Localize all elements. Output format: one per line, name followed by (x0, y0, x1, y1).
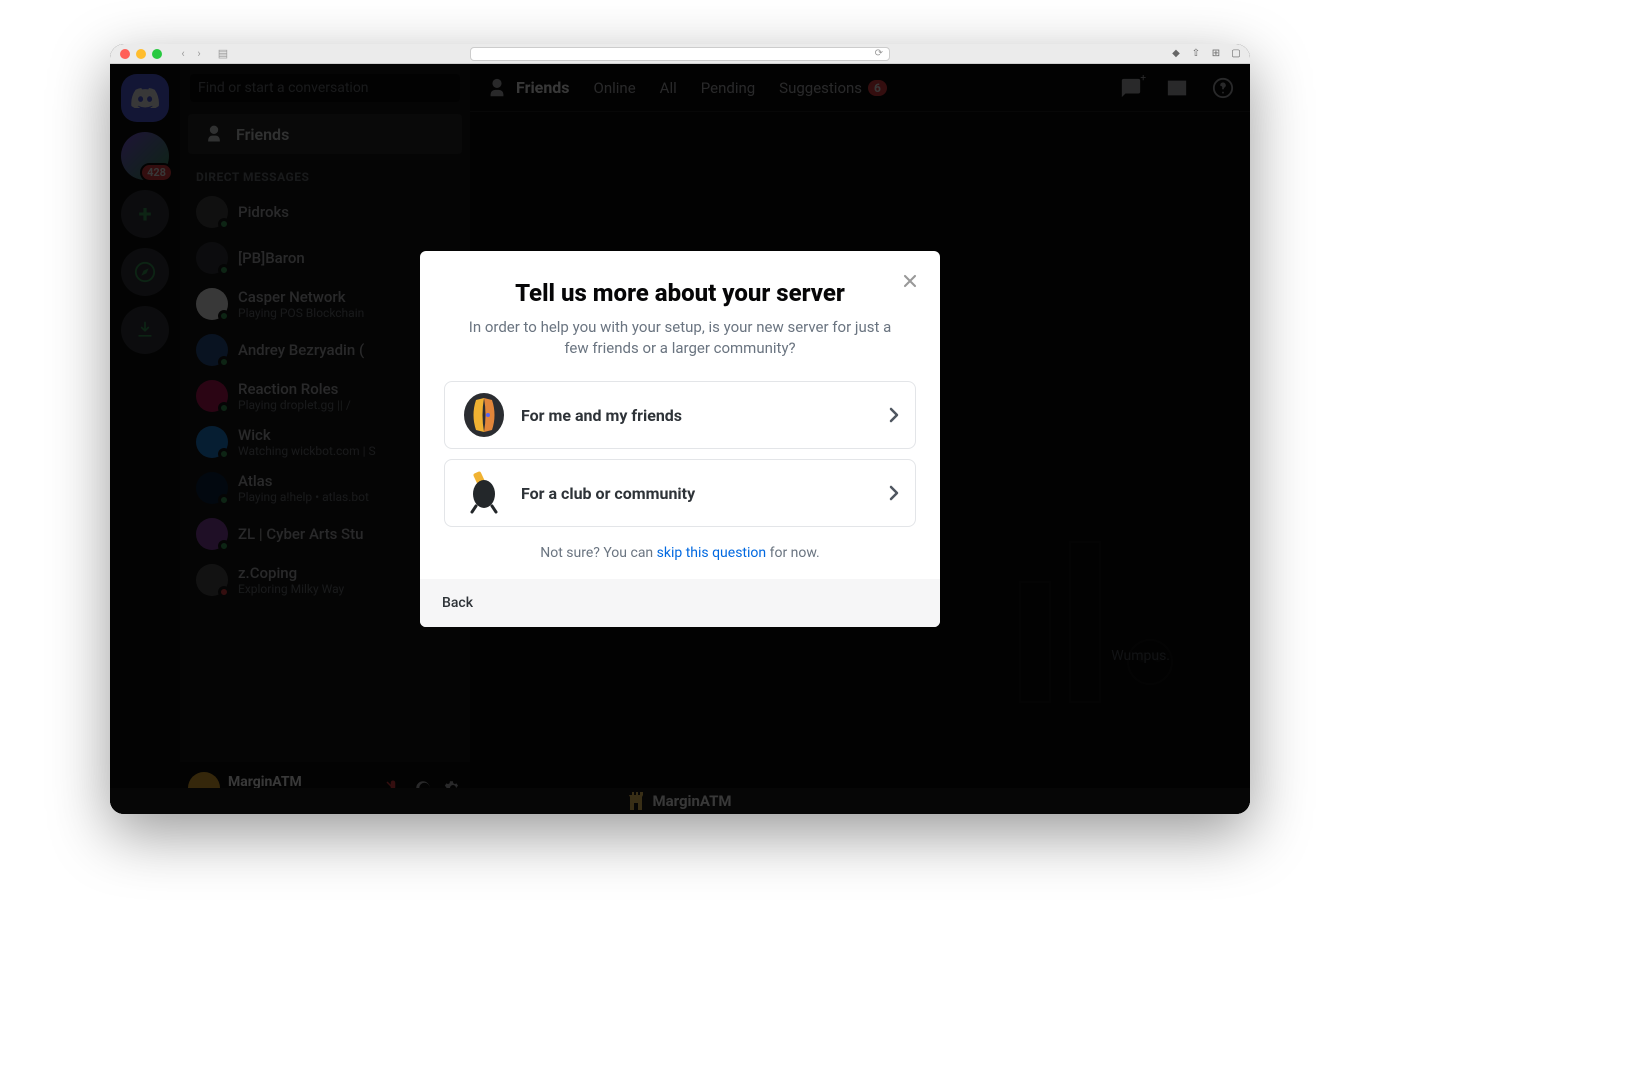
option-label: For a club or community (521, 484, 875, 503)
tabs-icon[interactable]: ▢ (1230, 48, 1242, 60)
option-label: For me and my friends (521, 406, 875, 425)
modal-overlay[interactable]: Tell us more about your server In order … (110, 64, 1250, 814)
modal-description: In order to help you with your setup, is… (444, 317, 916, 359)
maximize-window-button[interactable] (152, 49, 162, 59)
door-icon (461, 392, 507, 438)
browser-chrome: ‹ › ▤ ⟳ ◆ ⇧ ⊞ ▢ (110, 44, 1250, 64)
character-icon (461, 470, 507, 516)
shield-icon[interactable]: ◆ (1170, 48, 1182, 60)
forward-nav-button[interactable]: › (192, 47, 206, 61)
modal-footer: Back (420, 579, 940, 627)
laptop-frame: ‹ › ▤ ⟳ ◆ ⇧ ⊞ ▢ 428 + (110, 44, 1250, 814)
share-icon[interactable]: ⇧ (1190, 48, 1202, 60)
modal-title: Tell us more about your server (444, 279, 916, 307)
option-list: For me and my friends For a club or comm… (444, 381, 916, 527)
option-community[interactable]: For a club or community (444, 459, 916, 527)
back-nav-button[interactable]: ‹ (176, 47, 190, 61)
close-icon (900, 271, 920, 291)
minimize-window-button[interactable] (136, 49, 146, 59)
nav-arrows: ‹ › (176, 47, 206, 61)
add-tab-icon[interactable]: ⊞ (1210, 48, 1222, 60)
option-friends[interactable]: For me and my friends (444, 381, 916, 449)
close-modal-button[interactable] (898, 269, 922, 293)
discord-app: 428 + Find or start a conversation Frien… (110, 64, 1250, 814)
skip-row: Not sure? You can skip this question for… (444, 545, 916, 561)
back-button[interactable]: Back (442, 595, 918, 611)
skip-link[interactable]: skip this question (657, 545, 766, 561)
close-window-button[interactable] (120, 49, 130, 59)
url-bar[interactable]: ⟳ (470, 47, 890, 61)
chevron-right-icon (889, 407, 899, 423)
window-controls (120, 49, 162, 59)
chevron-right-icon (889, 485, 899, 501)
sidebar-toggle-icon[interactable]: ▤ (216, 47, 230, 61)
create-server-modal: Tell us more about your server In order … (420, 251, 940, 627)
refresh-icon[interactable]: ⟳ (875, 48, 883, 59)
